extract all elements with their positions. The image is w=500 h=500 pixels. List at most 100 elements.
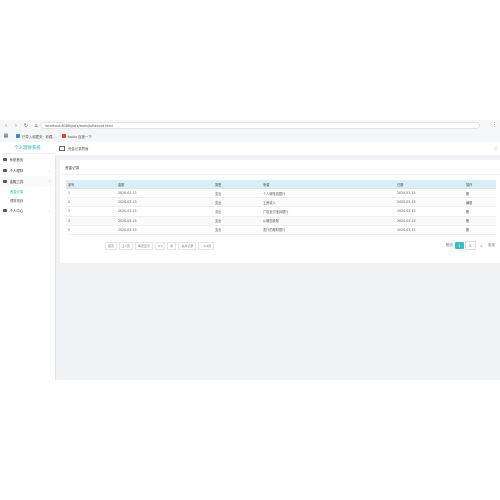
row-action-button[interactable]: 删 xyxy=(464,188,496,199)
table-row: 5 2020-03-13 支出 发行的理财银行 2020-03-15 删 xyxy=(66,225,496,235)
cell-date: 2020-03-15 xyxy=(395,206,464,217)
breadcrumb: 资金记录界面 xyxy=(68,147,89,151)
table-header-row: 序号 金额 类型 来源 日期 操作 xyxy=(66,180,496,189)
brand-title: 个人理财系统 xyxy=(0,142,55,154)
pagination-last[interactable]: 末页 xyxy=(487,242,496,249)
topbar: 资金记录界面 ⓘ xyxy=(55,142,500,156)
sidebar-item-label: 金融工具 xyxy=(9,180,24,184)
cell-index: 1 xyxy=(66,188,116,199)
record-card: 资金记录 序号 金额 类型 来源 日期 操作 1 2020-03-13 支出 个… xyxy=(60,160,500,263)
chevron-down-icon: ⌄ xyxy=(48,168,51,173)
sidebar-item-home[interactable]: 系统首页 xyxy=(0,154,55,165)
pager-first-button[interactable]: 首页 xyxy=(105,242,118,250)
sidebar: 个人理财系统 系统首页 个人理财 ⌄ 金融工具 ⌃ 资金记录 理财规划 个人中心… xyxy=(0,142,56,380)
record-table: 序号 金额 类型 来源 日期 操作 1 2020-03-13 支出 个人转账到银… xyxy=(66,180,496,235)
browser-menu-icon[interactable]: ⋮ xyxy=(492,122,497,128)
total-records-label: 总共记录 xyxy=(178,242,197,250)
cell-type: 支出 xyxy=(213,225,261,235)
pagination-next[interactable]: » xyxy=(477,242,486,249)
chevron-down-icon: ⌄ xyxy=(48,208,51,213)
cell-type: 支出 xyxy=(213,216,261,226)
cell-date: 2020-03-15 xyxy=(395,225,464,235)
sidebar-item-finance[interactable]: 个人理财 ⌄ xyxy=(0,165,55,176)
page-size-label: 每页显示 xyxy=(134,242,153,250)
wallet-icon xyxy=(3,168,7,173)
cell-source: 个人转账到银行 xyxy=(261,188,395,199)
divider xyxy=(60,174,500,175)
column-header: 操作 xyxy=(464,180,496,189)
pagination-first[interactable]: 首页 xyxy=(445,242,454,249)
bookmark-label: baidu 百度一下 xyxy=(67,134,92,139)
reload-icon[interactable]: ↻ xyxy=(22,122,30,130)
cell-source: 广告支付宝到银行 xyxy=(261,206,395,217)
browser-chrome: ‹ › ↻ ⌂ localhost:8088/pers/tools/toReco… xyxy=(0,120,500,143)
column-header: 金额 xyxy=(116,180,213,189)
home-icon xyxy=(3,157,7,162)
menu-toggle-icon[interactable] xyxy=(59,146,65,151)
row-action-button[interactable]: 编辑 xyxy=(464,197,496,208)
cell-source: 工资收入 xyxy=(261,197,395,208)
column-header: 类型 xyxy=(213,180,261,189)
wrench-icon xyxy=(3,179,7,184)
pagination-page-1[interactable]: 1 xyxy=(454,242,464,249)
bookmark-label: 已导入收藏夹 · 收藏... xyxy=(22,134,56,139)
forward-icon[interactable]: › xyxy=(12,122,20,130)
cell-type: 支出 xyxy=(213,197,261,208)
bookmark-folder-icon xyxy=(16,134,20,138)
url-text: localhost:8088/pers/tools/toRecord.html xyxy=(45,123,113,128)
user-icon xyxy=(3,208,7,213)
pagination-page-2[interactable]: 2 xyxy=(464,241,476,250)
table-row: 4 2020-03-13 支出 从微信转账 2020-03-15 删 xyxy=(66,216,496,226)
browser-toolbar: ‹ › ↻ ⌂ localhost:8088/pers/tools/toReco… xyxy=(0,120,500,131)
cell-index: 5 xyxy=(66,225,116,235)
cell-type: 支出 xyxy=(213,188,261,199)
cell-index: 2 xyxy=(66,197,116,208)
cell-date: 2020-03-15 xyxy=(395,197,464,208)
info-icon[interactable]: ⓘ xyxy=(494,146,498,152)
cell-amount: 2020-03-13 xyxy=(116,216,213,226)
sidebar-item-tools[interactable]: 金融工具 ⌃ xyxy=(0,176,55,187)
cell-source: 从微信转账 xyxy=(261,216,395,226)
pagination: 首页 1 2 » 末页 xyxy=(444,241,496,250)
page-size-unit: 条 xyxy=(167,242,177,250)
table-row: 3 2020-03-13 支出 广告支付宝到银行 2020-03-15 删 xyxy=(66,206,496,217)
row-action-button[interactable]: 删 xyxy=(464,225,496,235)
column-header: 日期 xyxy=(395,180,464,189)
cell-amount: 2020-03-13 xyxy=(116,197,213,208)
column-header: 序号 xyxy=(66,180,116,189)
apps-grid-icon[interactable]: ▦ xyxy=(2,132,10,140)
table-row: 1 2020-03-13 支出 个人转账到银行 2020-03-15 删 xyxy=(66,188,496,199)
pager-prev-button[interactable]: 上1页 xyxy=(119,242,133,250)
sidebar-item-user-center[interactable]: 个人中心 ⌄ xyxy=(0,205,55,216)
column-header: 来源 xyxy=(261,180,395,189)
chevron-up-icon: ⌃ xyxy=(48,179,51,184)
bookmarks-bar: ▦ 已导入收藏夹 · 收藏... baidu 百度一下 xyxy=(0,131,500,141)
cell-index: 4 xyxy=(66,216,116,226)
cell-type: 支出 xyxy=(213,206,261,217)
sidebar-item-label: 系统首页 xyxy=(9,158,24,162)
cell-amount: 2020-03-13 xyxy=(116,206,213,217)
page-size-select[interactable]: 5 ▾ xyxy=(154,242,166,250)
sidebar-subitem-plan[interactable]: 理财规划 xyxy=(0,196,55,205)
home-icon[interactable]: ⌂ xyxy=(32,122,40,130)
sidebar-subitem-record[interactable]: 资金记录 xyxy=(0,187,55,196)
page-count-label: - 1/2页 xyxy=(198,242,215,250)
sidebar-item-label: 个人理财 xyxy=(9,169,24,173)
main-content: 资金记录界面 ⓘ 资金记录 序号 金额 类型 来源 日期 操作 1 2020-0… xyxy=(55,142,500,380)
row-action-button[interactable]: 删 xyxy=(464,206,496,217)
address-bar[interactable]: localhost:8088/pers/tools/toRecord.html xyxy=(40,122,480,129)
back-icon[interactable]: ‹ xyxy=(2,122,10,130)
cell-date: 2020-03-15 xyxy=(395,216,464,226)
table-row: 2 2020-03-13 支出 工资收入 2020-03-15 编辑 xyxy=(66,197,496,208)
row-action-button[interactable]: 删 xyxy=(464,216,496,226)
app-area: 个人理财系统 系统首页 个人理财 ⌄ 金融工具 ⌃ 资金记录 理财规划 个人中心… xyxy=(0,142,500,380)
cell-source: 发行的理财银行 xyxy=(261,225,395,235)
cell-amount: 2020-03-13 xyxy=(116,225,213,235)
bookmark-item[interactable]: baidu 百度一下 xyxy=(61,134,92,139)
cell-index: 3 xyxy=(66,206,116,217)
baidu-icon xyxy=(61,134,66,138)
card-title: 资金记录 xyxy=(65,166,80,170)
bookmark-item[interactable]: 已导入收藏夹 · 收藏... xyxy=(16,134,56,139)
sidebar-item-label: 个人中心 xyxy=(9,209,24,213)
pager-info: 首页 上1页 每页显示 5 ▾ 条 总共记录 - 1/2页 xyxy=(105,242,216,250)
